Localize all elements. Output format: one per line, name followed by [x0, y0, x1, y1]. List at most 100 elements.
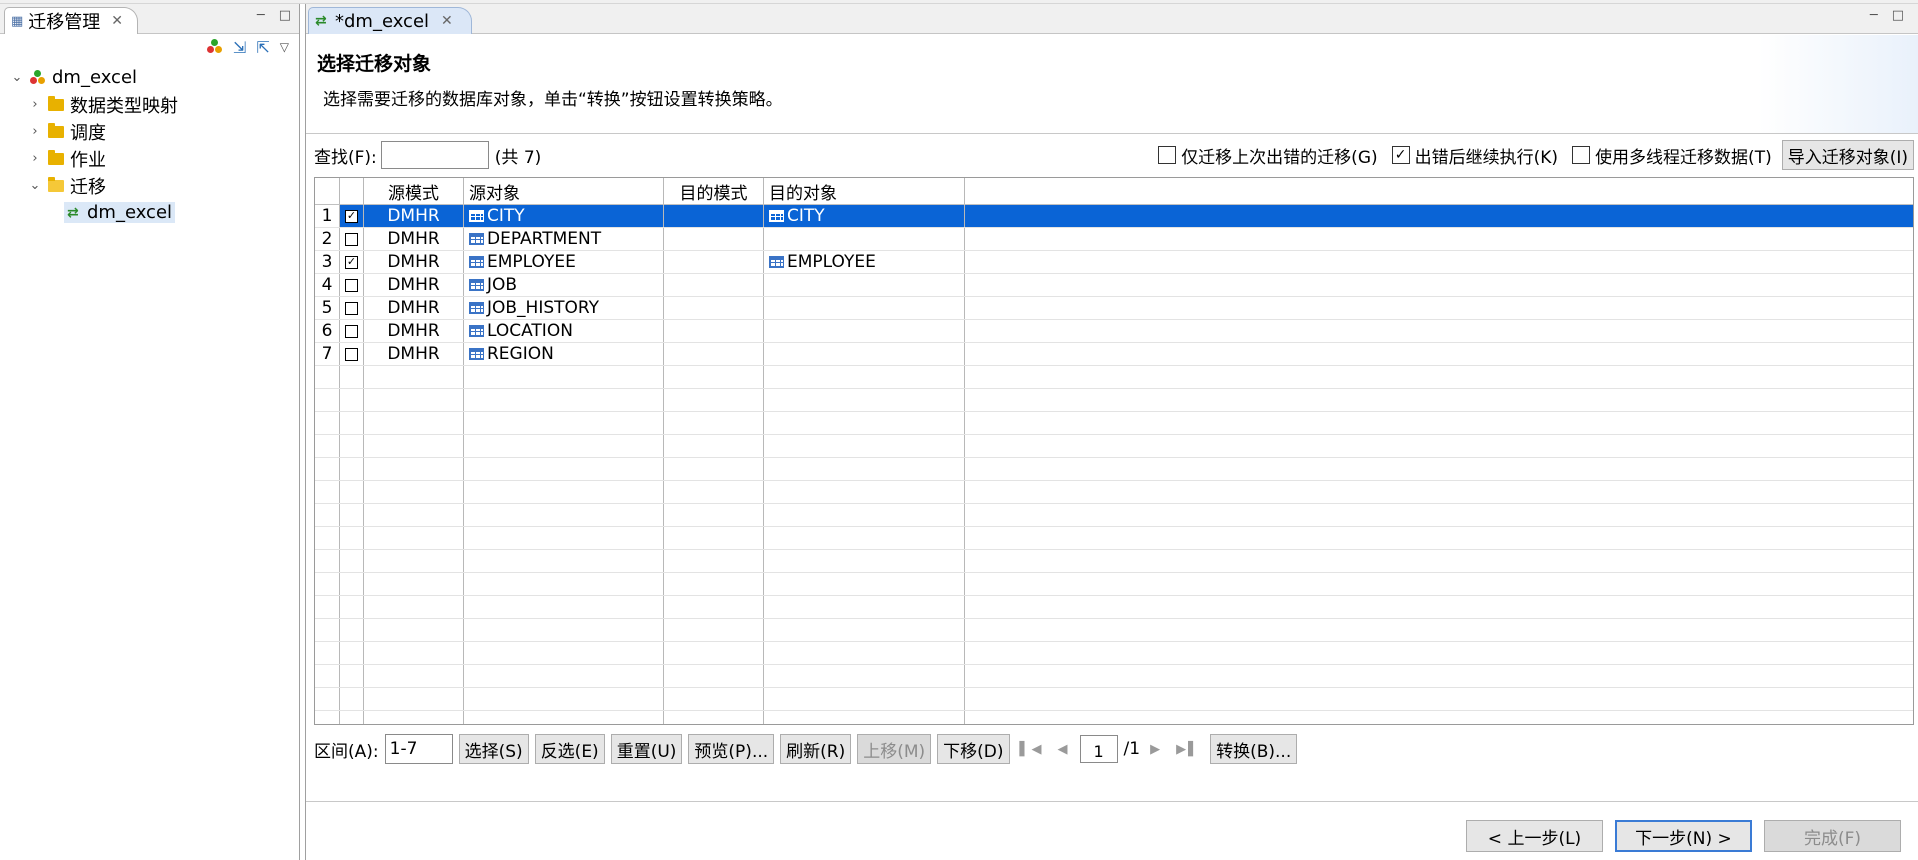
reset-button[interactable]: 重置(U) — [610, 734, 683, 764]
range-input[interactable]: 1-7 — [384, 734, 453, 764]
row-checkbox-cell[interactable] — [340, 619, 364, 641]
table-row[interactable]: 1 ✓ DMHR CITY CITY — [315, 205, 1913, 228]
chevron-right-icon[interactable]: › — [28, 124, 42, 139]
row-checkbox[interactable]: ✓ — [345, 209, 358, 223]
search-row: 查找(F): (共 7) 仅迁移上次出错的迁移(G) ✓ 出错后继续执行(K) … — [314, 138, 1914, 172]
row-checkbox-cell[interactable] — [340, 481, 364, 503]
row-checkbox[interactable] — [345, 232, 358, 246]
prev-step-button[interactable]: < 上一步(L) — [1466, 820, 1603, 852]
tree-node-migration-item[interactable]: ⇄ dm_excel — [0, 199, 299, 226]
checkbox-box[interactable] — [1572, 146, 1591, 164]
row-checkbox-cell[interactable] — [340, 389, 364, 411]
chevron-right-icon[interactable]: › — [28, 151, 42, 166]
close-icon[interactable]: ✕ — [111, 13, 123, 29]
close-icon[interactable]: ✕ — [441, 13, 453, 29]
source-object-cell — [464, 550, 664, 572]
row-checkbox-cell[interactable] — [340, 366, 364, 388]
next-page-icon[interactable]: ▶ — [1150, 742, 1162, 757]
last-page-icon[interactable]: ▶▌ — [1176, 742, 1200, 757]
preview-button[interactable]: 预览(P)... — [688, 734, 775, 764]
row-checkbox-cell[interactable] — [340, 458, 364, 480]
row-checkbox[interactable] — [345, 347, 358, 361]
row-checkbox-cell[interactable] — [340, 297, 364, 319]
row-checkbox[interactable] — [345, 301, 358, 315]
checkbox-box[interactable] — [1158, 146, 1177, 164]
left-toolbar: ⇲ ⇱ ▽ — [0, 34, 299, 60]
row-checkbox-cell[interactable] — [340, 711, 364, 724]
tree-node-root[interactable]: ⌄ dm_excel — [0, 64, 299, 91]
invert-selection-button[interactable]: 反选(E) — [534, 734, 605, 764]
prev-page-icon[interactable]: ◀ — [1058, 742, 1070, 757]
move-down-button[interactable]: 下移(D) — [937, 734, 1010, 764]
continue-on-error-checkbox[interactable]: ✓ 出错后继续执行(K) — [1391, 143, 1558, 168]
tab-dm-excel[interactable]: ⇄ *dm_excel ✕ — [308, 7, 472, 34]
convert-button[interactable]: 转换(B)... — [1210, 734, 1298, 764]
header-source-schema[interactable]: 源模式 — [364, 178, 464, 204]
finish-button[interactable]: 完成(F) — [1764, 820, 1901, 852]
only-failed-checkbox[interactable]: 仅迁移上次出错的迁移(G) — [1158, 143, 1378, 168]
import-objects-button[interactable]: 导入迁移对象(I) — [1781, 140, 1914, 170]
source-object-cell: LOCATION — [464, 320, 664, 342]
row-number — [315, 573, 340, 595]
row-checkbox-cell[interactable] — [340, 527, 364, 549]
checkbox-box[interactable]: ✓ — [1391, 146, 1410, 164]
row-checkbox[interactable]: ✓ — [345, 255, 358, 269]
dest-schema-cell — [664, 596, 764, 618]
tree-node-job[interactable]: › 作业 — [0, 145, 299, 172]
row-number — [315, 665, 340, 687]
row-checkbox-cell[interactable] — [340, 688, 364, 710]
row-checkbox-cell[interactable] — [340, 274, 364, 296]
first-page-icon[interactable]: ▌◀ — [1020, 742, 1044, 757]
row-checkbox-cell[interactable] — [340, 550, 364, 572]
next-step-button[interactable]: 下一步(N) > — [1615, 820, 1752, 852]
row-checkbox-cell[interactable] — [340, 320, 364, 342]
refresh-button[interactable]: 刷新(R) — [780, 734, 852, 764]
multithread-checkbox[interactable]: 使用多线程迁移数据(T) — [1572, 143, 1772, 168]
row-checkbox[interactable] — [345, 278, 358, 292]
minimize-icon[interactable]: ─ — [257, 8, 265, 23]
search-input[interactable] — [380, 141, 489, 169]
row-filler — [965, 642, 1913, 664]
select-button[interactable]: 选择(S) — [458, 734, 529, 764]
row-number: 6 — [315, 320, 340, 342]
row-checkbox-cell[interactable] — [340, 596, 364, 618]
row-checkbox[interactable] — [345, 324, 358, 338]
export-icon[interactable]: ⇱ — [256, 38, 269, 57]
chevron-right-icon[interactable]: › — [28, 97, 42, 112]
row-checkbox-cell[interactable] — [340, 412, 364, 434]
row-checkbox-cell[interactable]: ✓ — [340, 205, 364, 227]
import-icon[interactable]: ⇲ — [233, 38, 246, 57]
row-checkbox-cell[interactable] — [340, 343, 364, 365]
tab-migration-manager[interactable]: ▦ 迁移管理 ✕ — [4, 7, 139, 34]
row-checkbox-cell[interactable] — [340, 642, 364, 664]
table-row[interactable]: 7 DMHR REGION — [315, 343, 1913, 366]
header-dest-object[interactable]: 目的对象 — [764, 178, 965, 204]
maximize-icon[interactable]: □ — [1892, 8, 1904, 23]
tree-node-schedule[interactable]: › 调度 — [0, 118, 299, 145]
table-row — [315, 573, 1913, 596]
chevron-down-icon[interactable]: ⌄ — [28, 178, 42, 193]
tree-node-migration[interactable]: ⌄ 迁移 — [0, 172, 299, 199]
maximize-icon[interactable]: □ — [279, 8, 291, 23]
page-number-input[interactable]: 1 — [1079, 735, 1118, 763]
row-checkbox-cell[interactable] — [340, 228, 364, 250]
table-row[interactable]: 5 DMHR JOB_HISTORY — [315, 297, 1913, 320]
minimize-icon[interactable]: ─ — [1870, 8, 1878, 23]
row-checkbox-cell[interactable] — [340, 665, 364, 687]
table-row[interactable]: 6 DMHR LOCATION — [315, 320, 1913, 343]
row-filler — [965, 573, 1913, 595]
table-row[interactable]: 3 ✓ DMHR EMPLOYEE EMPLOYEE — [315, 251, 1913, 274]
row-checkbox-cell[interactable]: ✓ — [340, 251, 364, 273]
row-checkbox-cell[interactable] — [340, 435, 364, 457]
view-menu-icon[interactable]: ▽ — [280, 40, 289, 54]
header-source-object[interactable]: 源对象 — [464, 178, 664, 204]
row-checkbox-cell[interactable] — [340, 573, 364, 595]
tree-node-type-mapping[interactable]: › 数据类型映射 — [0, 91, 299, 118]
table-row[interactable]: 4 DMHR JOB — [315, 274, 1913, 297]
move-up-button[interactable]: 上移(M) — [857, 734, 932, 764]
dm-logo-icon[interactable] — [206, 39, 223, 55]
header-dest-schema[interactable]: 目的模式 — [664, 178, 764, 204]
chevron-down-icon[interactable]: ⌄ — [10, 70, 24, 85]
row-checkbox-cell[interactable] — [340, 504, 364, 526]
table-row[interactable]: 2 DMHR DEPARTMENT — [315, 228, 1913, 251]
